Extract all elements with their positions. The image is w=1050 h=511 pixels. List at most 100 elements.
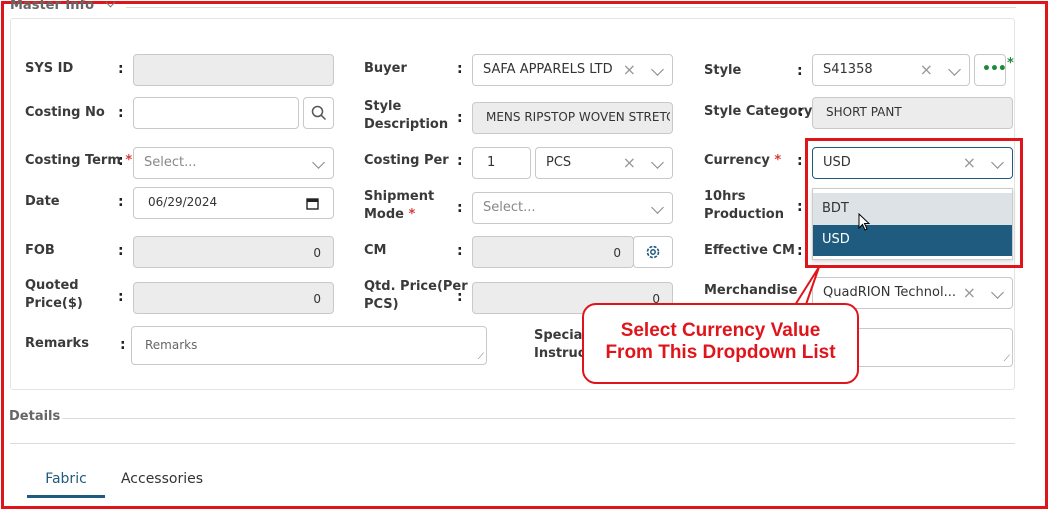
colon: : <box>457 153 463 169</box>
style-description-value: MENS RIPSTOP WOVEN STRETC <box>486 110 670 124</box>
tab-fabric[interactable]: Fabric <box>27 460 105 498</box>
qtd-price-label-line1: Qtd. Price(Per <box>364 279 468 294</box>
sys-id-field <box>133 54 334 86</box>
production-label-line2: Production <box>704 207 784 222</box>
colon: : <box>797 243 803 259</box>
required-mark: * <box>1007 56 1014 71</box>
costing-per-qty-input[interactable]: 1 <box>472 147 531 179</box>
chevron-down-icon <box>651 201 664 214</box>
shipment-mode-select[interactable]: Select... <box>472 192 673 224</box>
merchandiser-value: QuadRION Technol... <box>823 285 956 300</box>
quoted-price-field: 0 <box>133 282 334 314</box>
chevron-down-icon[interactable] <box>991 156 1004 169</box>
colon: : <box>118 289 124 305</box>
quoted-price-label-line2: Price($) <box>25 296 83 311</box>
currency-dropdown-list: BDT USD <box>812 188 1013 260</box>
cm-field: 0 <box>472 236 634 268</box>
date-label: Date <box>25 194 60 209</box>
currency-label-text: Currency <box>704 153 770 168</box>
clear-icon[interactable]: × <box>623 153 636 172</box>
more-dots-icon: ••• <box>982 61 1007 77</box>
date-input[interactable]: 06/29/2024 <box>133 187 334 219</box>
clear-icon[interactable]: × <box>963 283 976 302</box>
tab-accessories-label: Accessories <box>120 471 204 487</box>
remarks-label: Remarks <box>25 336 89 351</box>
colon: : <box>120 337 126 353</box>
chevron-down-icon[interactable] <box>991 286 1004 299</box>
shipment-mode-label-line2: Mode <box>364 207 404 222</box>
style-label: Style <box>704 63 742 78</box>
chevron-down-icon[interactable] <box>651 63 664 76</box>
costing-per-label: Costing Per <box>364 153 449 168</box>
callout-box: Select Currency Value From This Dropdown… <box>582 303 859 384</box>
style-more-button[interactable]: ••• <box>974 54 1007 86</box>
mouse-cursor-icon <box>858 213 871 231</box>
quoted-price-label: Quoted Price($) <box>25 277 83 313</box>
quoted-price-value: 0 <box>313 292 321 306</box>
buyer-label: Buyer <box>364 61 407 76</box>
header-divider <box>126 7 1016 8</box>
colon: : <box>457 110 463 126</box>
colon: : <box>457 243 463 259</box>
cm-value: 0 <box>613 246 621 260</box>
style-category-label: Style Category <box>704 104 813 119</box>
chevron-down-icon[interactable] <box>651 156 664 169</box>
colon: : <box>797 199 803 215</box>
merchandiser-label: Merchandise <box>704 283 798 298</box>
search-button[interactable] <box>303 97 334 129</box>
chevron-down-icon <box>105 0 116 8</box>
clear-icon[interactable]: × <box>963 153 976 172</box>
style-category-value: SHORT PANT <box>826 105 902 119</box>
calendar-icon[interactable] <box>306 197 319 210</box>
style-select[interactable]: S41358 × <box>812 54 970 86</box>
chevron-down-icon <box>312 156 325 169</box>
tabs-top-divider <box>10 443 1015 444</box>
colon: : <box>457 289 463 305</box>
costing-per-unit-select[interactable]: PCS × <box>535 147 673 179</box>
costing-per-unit-value: PCS <box>546 155 572 170</box>
tab-accessories[interactable]: Accessories <box>113 460 211 498</box>
currency-option-label: BDT <box>822 201 849 216</box>
callout-line2: From This Dropdown List <box>605 342 836 363</box>
fob-label: FOB <box>25 243 55 258</box>
qtd-price-label: Qtd. Price(Per PCS) <box>364 278 468 314</box>
currency-option-usd[interactable]: USD <box>813 225 1012 256</box>
clear-icon[interactable]: × <box>623 60 636 79</box>
production-label-line1: 10hrs <box>704 189 746 204</box>
currency-option-label: USD <box>822 232 850 247</box>
tab-fabric-label: Fabric <box>45 471 87 487</box>
required-mark: * <box>774 153 782 168</box>
costing-no-label: Costing No <box>25 105 105 120</box>
resize-handle-icon[interactable]: ⟋ <box>1004 354 1010 364</box>
search-icon <box>311 105 327 121</box>
costing-term-select[interactable]: Select... <box>133 147 334 179</box>
clear-icon[interactable]: × <box>920 60 933 79</box>
production-label: 10hrs Production <box>704 188 784 224</box>
required-mark: * <box>125 153 133 168</box>
colon: : <box>118 105 124 121</box>
remarks-placeholder: Remarks <box>145 338 198 352</box>
costing-no-input[interactable] <box>133 97 299 129</box>
chevron-down-icon[interactable] <box>948 63 961 76</box>
cm-label: CM <box>364 243 387 258</box>
qtd-price-label-line2: PCS) <box>364 297 399 312</box>
currency-option-bdt[interactable]: BDT <box>813 193 1012 225</box>
currency-select[interactable]: USD × <box>812 147 1013 179</box>
colon: : <box>457 61 463 77</box>
required-mark: * <box>408 207 416 222</box>
quoted-price-label-line1: Quoted <box>25 278 79 293</box>
buyer-select[interactable]: SAFA APPARELS LTD × <box>472 54 673 86</box>
costing-per-qty-value: 1 <box>487 155 496 170</box>
date-value: 06/29/2024 <box>148 195 218 209</box>
costing-term-placeholder: Select... <box>144 155 197 170</box>
colon: : <box>118 243 124 259</box>
resize-handle-icon[interactable]: ⟋ <box>478 352 484 362</box>
colon: : <box>457 200 463 216</box>
master-info-header[interactable]: Master Info <box>10 0 116 13</box>
style-description-label-line2: Description <box>364 117 449 132</box>
cm-settings-button[interactable] <box>633 236 673 268</box>
shipment-mode-label-line1: Shipment <box>364 189 435 204</box>
colon: : <box>798 104 804 120</box>
gear-icon <box>646 245 660 259</box>
remarks-textarea[interactable]: Remarks ⟋ <box>131 326 487 365</box>
